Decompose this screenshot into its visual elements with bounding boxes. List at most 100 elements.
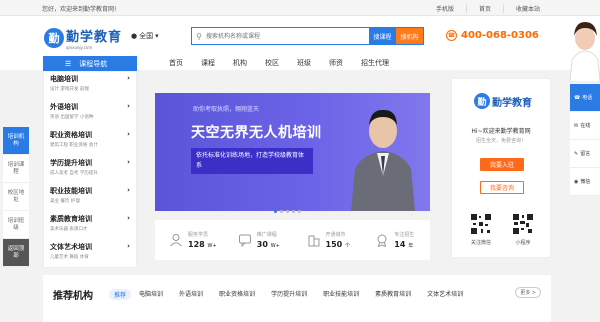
medal-icon — [377, 234, 387, 247]
slide-dot[interactable] — [292, 210, 295, 213]
side-item-campus[interactable]: 校区地址 — [3, 183, 29, 211]
category-item[interactable]: 职业资格培训 › 建筑工程 职业资格 会计 — [44, 128, 136, 156]
city-selector[interactable]: ● 全国 ▾ — [131, 31, 159, 41]
category-subtitle: 儿童艺术 舞蹈 体育 — [50, 255, 89, 260]
tab-arts[interactable]: 文体艺术培训 — [419, 289, 471, 300]
tab-qualification[interactable]: 职业资格培训 — [211, 289, 263, 300]
slide-dot[interactable] — [274, 210, 277, 213]
header: 勤 勤学教育 qinxuejy.com ● 全国 ▾ ⚲ 搜课程 搜机构 ☎ 4… — [0, 16, 600, 56]
wechat-qr-label: 关注微信 — [470, 240, 491, 246]
join-button[interactable]: 我要入驻 — [480, 158, 524, 171]
section-title: 推荐机构 — [53, 291, 93, 302]
panel-logo-text: 勤学教育 — [492, 97, 532, 109]
panel-subtitle: 招生全天，免费咨询！ — [475, 138, 526, 144]
banner-tagline: 助你考取执照，翱翔蓝天 — [193, 106, 260, 113]
nav-item-classes[interactable]: 班级 — [288, 58, 320, 68]
message-icon: ✎ — [574, 150, 579, 157]
city-label: 全国 — [139, 32, 154, 40]
slide-dot[interactable] — [280, 210, 283, 213]
stat-years: 专注招生 14 年 — [361, 220, 430, 260]
float-message[interactable]: ✎ 留言 — [570, 140, 600, 168]
chevron-right-icon: › — [127, 130, 130, 138]
chat-icon: ✉ — [574, 122, 579, 129]
category-title: 外语培训 — [50, 103, 78, 111]
side-item-courses[interactable]: 培训课程 — [3, 155, 29, 183]
consult-button[interactable]: 我要咨询 — [480, 181, 524, 194]
hotline-number: 400-068-0306 — [461, 30, 539, 41]
tab-degree[interactable]: 学历提升培训 — [263, 289, 315, 300]
logo-text: 勤学教育 — [66, 30, 123, 45]
location-pin-icon: ● — [131, 32, 138, 40]
stat-value: 128 — [188, 240, 205, 249]
chevron-right-icon: › — [127, 214, 130, 222]
nav-item-teachers[interactable]: 师资 — [320, 58, 352, 68]
hotline: ☎ 400-068-0306 — [446, 30, 539, 41]
category-title: 职业资格培训 — [50, 131, 92, 139]
nav-item-agent[interactable]: 招生代理 — [352, 58, 398, 68]
side-item-classes[interactable]: 培训班级 — [3, 211, 29, 239]
banner-person-image — [351, 109, 415, 211]
miniprogram-qr-code — [512, 213, 534, 235]
top-links: 手机版 首页 收藏本站 — [424, 4, 552, 13]
stat-value: 14 — [394, 240, 406, 249]
category-title: 文体艺术培训 — [50, 243, 92, 251]
banner-title: 天空无界无人机培训 — [191, 125, 322, 141]
mobile-link[interactable]: 手机版 — [424, 4, 466, 13]
banner-description: 依托标准化训练场地，打造学校级教育体系 — [191, 148, 313, 174]
welcome-text: 您好，欢迎来到勤学教育网! — [42, 6, 117, 13]
tab-language[interactable]: 外语培训 — [171, 289, 211, 300]
category-subtitle: 建筑工程 职业资格 会计 — [50, 143, 98, 148]
site-logo[interactable]: 勤 勤学教育 qinxuejy.com — [44, 26, 122, 50]
category-item[interactable]: 素质教育培训 › 美术乐器 表演口才 — [44, 212, 136, 240]
stat-label: 专注招生 — [394, 232, 415, 238]
stat-courses: 推广课程 30 W+ — [224, 220, 293, 260]
more-button[interactable]: 更多 > — [515, 287, 541, 298]
search-input[interactable] — [206, 28, 369, 44]
category-title: 职业技能培训 — [50, 187, 92, 195]
category-subtitle: 设计 游戏开发 前端 — [50, 87, 89, 92]
category-item[interactable]: 职业技能培训 › 美业 餐饮 护理 — [44, 184, 136, 212]
category-item[interactable]: 文体艺术培训 › 儿童艺术 舞蹈 体育 — [44, 240, 136, 268]
stats-bar: 服务学员 128 W+ 推广课程 30 W+ 开通城市 150 个 专注招生 14 年 — [155, 220, 430, 260]
back-to-top-button[interactable]: 返回顶部 — [3, 239, 29, 267]
category-item[interactable]: 电脑培训 › 设计 游戏开发 前端 — [44, 72, 136, 100]
stat-unit: 年 — [408, 243, 414, 249]
category-item[interactable]: 学历提升培训 › 成人高考 自考 学历提升 — [44, 156, 136, 184]
nav-item-orgs[interactable]: 机构 — [224, 58, 256, 68]
banner-pagination — [274, 210, 301, 213]
hero-banner[interactable]: 助你考取执照，翱翔蓝天 天空无界无人机培训 依托标准化训练场地，打造学校级教育体… — [155, 93, 430, 211]
chevron-right-icon: › — [127, 186, 130, 194]
float-wechat[interactable]: ◉ 微信 — [570, 168, 600, 196]
bookmark-link[interactable]: 收藏本站 — [502, 4, 552, 13]
nav-item-courses[interactable]: 课程 — [192, 58, 224, 68]
nav-item-campus[interactable]: 校区 — [256, 58, 288, 68]
course-nav-label: 课程导航 — [79, 59, 108, 68]
stat-unit: 个 — [345, 243, 351, 249]
side-item-orgs[interactable]: 培训机构 — [3, 127, 29, 155]
float-online[interactable]: ✉ 在线 — [570, 112, 600, 140]
stat-label: 开通城市 — [325, 232, 346, 238]
top-bar: 您好，欢迎来到勤学教育网! 手机版 首页 收藏本站 — [0, 0, 600, 16]
category-subtitle: 美术乐器 表演口才 — [50, 227, 88, 232]
tab-skills[interactable]: 职业技能培训 — [315, 289, 367, 300]
category-item[interactable]: 外语培训 › 英语 出国留学 小语种 — [44, 100, 136, 128]
recommended-orgs-section: 推荐机构 推荐 电脑培训 外语培训 职业资格培训 学历提升培训 职业技能培训 素… — [43, 275, 551, 322]
slide-dot[interactable] — [286, 210, 289, 213]
float-phone[interactable]: ☎ 电话 — [570, 84, 600, 112]
slide-dot[interactable] — [298, 210, 301, 213]
stat-unit: W+ — [207, 243, 217, 249]
menu-icon: ☰ — [65, 59, 72, 68]
tab-quality[interactable]: 素质教育培训 — [367, 289, 419, 300]
course-nav-header[interactable]: ☰ 课程导航 — [43, 56, 137, 71]
tab-recommend[interactable]: 推荐 — [109, 289, 132, 300]
chat-icon — [238, 234, 251, 247]
section-tabs: 推荐 电脑培训 外语培训 职业资格培训 学历提升培训 职业技能培训 素质教育培训… — [109, 289, 471, 300]
customer-service-avatar[interactable] — [567, 14, 600, 82]
category-title: 素质教育培训 — [50, 215, 92, 223]
nav-item-home[interactable]: 首页 — [160, 58, 192, 68]
search-course-button[interactable]: 搜课程 — [369, 28, 396, 44]
home-link[interactable]: 首页 — [465, 4, 503, 13]
tab-computer[interactable]: 电脑培训 — [131, 289, 171, 300]
search-org-button[interactable]: 搜机构 — [396, 28, 423, 44]
stat-label: 推广课程 — [256, 232, 277, 238]
